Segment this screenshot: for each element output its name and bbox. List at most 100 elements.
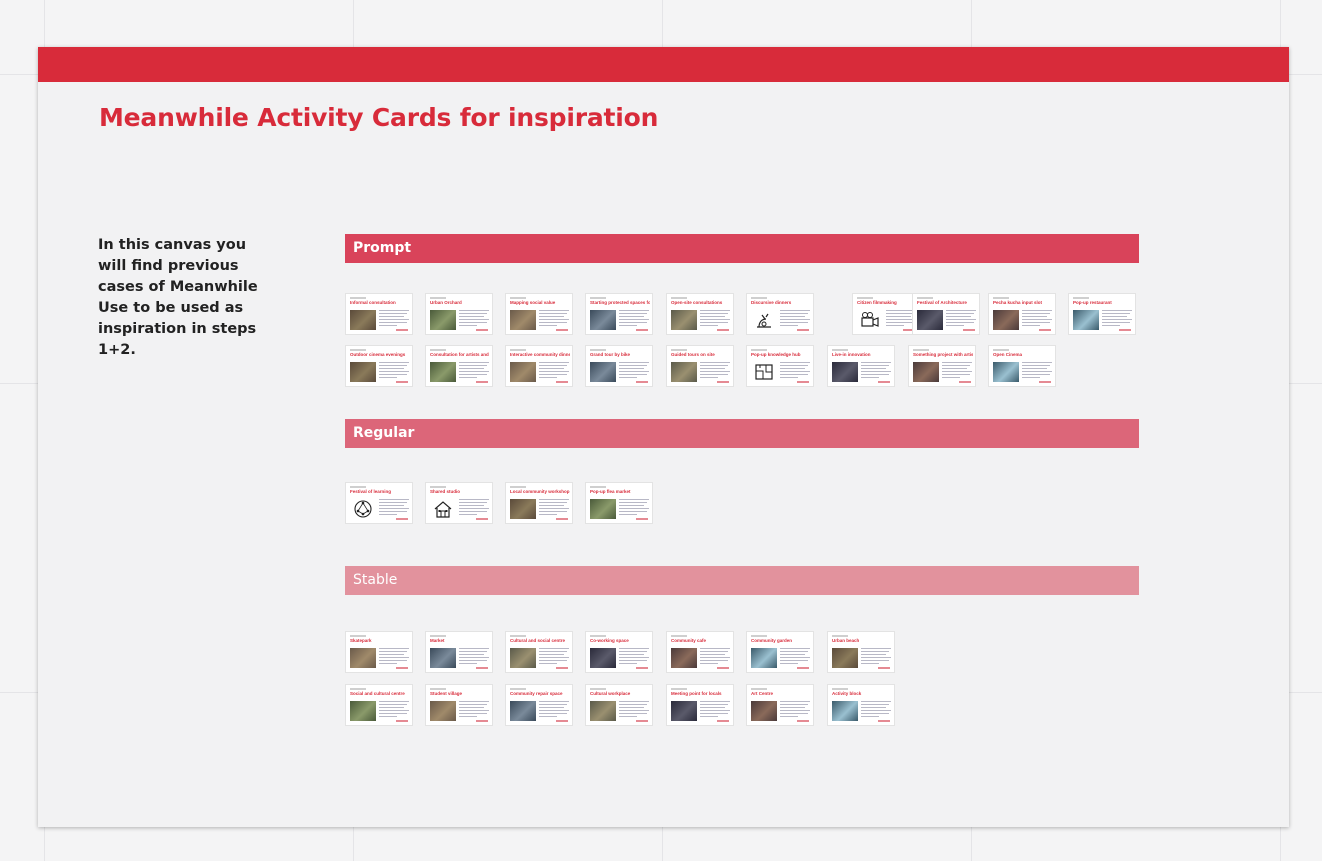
activity-card[interactable]: Cultural workplace xyxy=(585,684,653,726)
card-meta-line xyxy=(590,635,606,637)
card-meta-line xyxy=(751,297,767,299)
section-regular-header: Regular xyxy=(345,419,1139,448)
card-meta-line xyxy=(510,486,526,488)
dinner-icon xyxy=(753,309,775,331)
activity-card[interactable]: Shared studio xyxy=(425,482,493,524)
card-text-lines xyxy=(379,362,409,380)
card-title: Live-in innovation xyxy=(832,352,871,357)
activity-card[interactable]: Guided tours on site xyxy=(666,345,734,387)
card-photo xyxy=(751,701,777,721)
card-footer-mark xyxy=(1119,329,1131,331)
card-photo xyxy=(350,362,376,382)
card-title: Art Centre xyxy=(751,691,774,696)
activity-card[interactable]: Skatepark xyxy=(345,631,413,673)
card-text-lines xyxy=(619,310,649,328)
activity-card[interactable]: Pop-up knowledge hub xyxy=(746,345,814,387)
activity-card[interactable]: Consultation for artists and families xyxy=(425,345,493,387)
card-meta-line xyxy=(751,688,767,690)
activity-card[interactable]: Pop-up restaurant xyxy=(1068,293,1136,335)
network-icon xyxy=(352,498,374,520)
card-photo xyxy=(510,499,536,519)
card-footer-mark xyxy=(476,381,488,383)
card-photo xyxy=(671,701,697,721)
card-title: Pop-up restaurant xyxy=(1073,300,1112,305)
card-title: Activity block xyxy=(832,691,862,696)
activity-card[interactable]: Market xyxy=(425,631,493,673)
activity-card[interactable]: Urban beach xyxy=(827,631,895,673)
activity-card[interactable]: Interactive community dinner xyxy=(505,345,573,387)
activity-card[interactable]: Festival of learning xyxy=(345,482,413,524)
activity-card[interactable]: Cultural and social centre xyxy=(505,631,573,673)
activity-card[interactable]: Discursive dinners xyxy=(746,293,814,335)
card-meta-line xyxy=(430,297,446,299)
activity-card[interactable]: Grand tour by bike xyxy=(585,345,653,387)
card-text-lines xyxy=(459,648,489,666)
card-text-lines xyxy=(619,499,649,517)
card-title: Shared studio xyxy=(430,489,461,494)
card-title: Open Cinema xyxy=(993,352,1023,357)
activity-card[interactable]: Co-working space xyxy=(585,631,653,673)
activity-card[interactable]: Starting protected spaces for connection… xyxy=(585,293,653,335)
card-title: Discursive dinners xyxy=(751,300,792,305)
activity-card[interactable]: Live-in innovation xyxy=(827,345,895,387)
card-text-lines xyxy=(861,362,891,380)
card-title: Pecha kucha input slot xyxy=(993,300,1043,305)
card-photo xyxy=(350,701,376,721)
activity-card[interactable]: Festival of Architecture xyxy=(912,293,980,335)
card-text-lines xyxy=(379,499,409,517)
card-photo xyxy=(1073,310,1099,330)
activity-card[interactable]: Urban Orchard xyxy=(425,293,493,335)
card-photo xyxy=(913,362,939,382)
card-text-lines xyxy=(946,310,976,328)
card-title: Festival of learning xyxy=(350,489,392,494)
card-meta-line xyxy=(430,349,446,351)
card-footer-mark xyxy=(556,381,568,383)
card-meta-line xyxy=(350,297,366,299)
card-text-lines xyxy=(379,648,409,666)
activity-card[interactable]: Pecha kucha input slot xyxy=(988,293,1056,335)
camera-icon xyxy=(859,309,881,331)
card-footer-mark xyxy=(963,329,975,331)
card-text-lines xyxy=(459,701,489,719)
activity-card[interactable]: Community cafe xyxy=(666,631,734,673)
card-footer-mark xyxy=(636,329,648,331)
activity-card[interactable]: Meeting point for locals xyxy=(666,684,734,726)
card-photo xyxy=(671,310,697,330)
card-text-lines xyxy=(1102,310,1132,328)
card-meta-line xyxy=(430,635,446,637)
card-photo xyxy=(671,648,697,668)
activity-card[interactable]: Open-site consultations xyxy=(666,293,734,335)
activity-card[interactable]: Social and cultural centre xyxy=(345,684,413,726)
activity-card[interactable]: Something project with artists xyxy=(908,345,976,387)
activity-card[interactable]: Activity block xyxy=(827,684,895,726)
card-meta-line xyxy=(350,688,366,690)
card-meta-line xyxy=(857,297,873,299)
activity-card[interactable]: Mapping social value xyxy=(505,293,573,335)
plan-icon xyxy=(753,361,775,383)
activity-card[interactable]: Outdoor cinema evenings xyxy=(345,345,413,387)
card-title: Pop-up flea market xyxy=(590,489,631,494)
section-prompt-header: Prompt xyxy=(345,234,1139,263)
card-photo xyxy=(430,648,456,668)
activity-card[interactable]: Art Centre xyxy=(746,684,814,726)
activity-card[interactable]: Informal consultation xyxy=(345,293,413,335)
activity-card[interactable]: Community garden xyxy=(746,631,814,673)
card-text-lines xyxy=(700,310,730,328)
card-meta-line xyxy=(751,635,767,637)
card-text-lines xyxy=(379,310,409,328)
card-title: Grand tour by bike xyxy=(590,352,631,357)
section-stable-header: Stable xyxy=(345,566,1139,595)
activity-card[interactable]: Community repair space xyxy=(505,684,573,726)
activity-card[interactable]: Open Cinema xyxy=(988,345,1056,387)
card-text-lines xyxy=(619,701,649,719)
activity-card[interactable]: Citizen filmmaking xyxy=(852,293,920,335)
card-photo xyxy=(590,310,616,330)
activity-card[interactable]: Pop-up flea market xyxy=(585,482,653,524)
card-title: Social and cultural centre xyxy=(350,691,405,696)
card-title: Community garden xyxy=(751,638,793,643)
activity-card[interactable]: Local community workshop xyxy=(505,482,573,524)
card-meta-line xyxy=(671,349,687,351)
card-photo xyxy=(430,701,456,721)
activity-card[interactable]: Student village xyxy=(425,684,493,726)
card-meta-line xyxy=(510,297,526,299)
